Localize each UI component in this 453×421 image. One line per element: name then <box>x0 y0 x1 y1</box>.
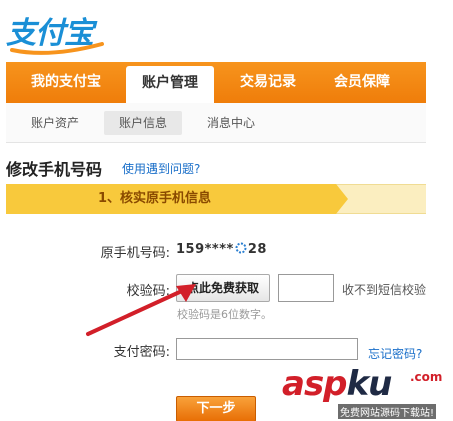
watermark-ku: ku <box>346 364 393 404</box>
code-input[interactable] <box>278 274 334 302</box>
step-bar: 1、核实原手机信息 <box>6 184 426 214</box>
orig-phone-value: 159**** 28 <box>176 242 267 257</box>
alipay-logo[interactable]: 支付宝 <box>6 14 106 55</box>
watermark-logo: aspku <box>282 364 393 404</box>
orig-phone-tail: 28 <box>247 242 267 257</box>
sub-tab-account-assets[interactable]: 账户资产 <box>16 111 94 135</box>
nav-tab-account-management[interactable]: 账户管理 <box>126 66 214 103</box>
sub-nav: 账户资产 账户信息 消息中心 <box>6 103 426 143</box>
watermark-suffix: .com <box>410 370 443 384</box>
main-nav: 我的支付宝 账户管理 交易记录 会员保障 <box>6 62 426 103</box>
sub-tab-message-center[interactable]: 消息中心 <box>192 111 270 135</box>
code-not-received-note: 收不到短信校验 <box>342 283 427 297</box>
step-label: 1、核实原手机信息 <box>98 191 212 206</box>
next-step-button[interactable]: 下一步 <box>176 396 256 421</box>
page-title: 修改手机号码 <box>6 160 103 179</box>
watermark-subtitle: 免费网站源码下载站! <box>338 404 437 419</box>
step-arrow-icon <box>336 184 348 214</box>
nav-tab-member-protection[interactable]: 会员保障 <box>318 62 406 103</box>
sub-tab-account-info[interactable]: 账户信息 <box>104 111 182 135</box>
pwd-label: 支付密码: <box>113 345 170 360</box>
watermark-asp: asp <box>282 364 348 404</box>
aspku-watermark: aspku .com 免费网站源码下载站! <box>282 364 453 421</box>
logo-swoosh-icon <box>10 42 104 55</box>
orig-phone-label: 原手机号码: <box>100 246 170 261</box>
forgot-password-link[interactable]: 忘记密码? <box>368 345 422 362</box>
help-link[interactable]: 使用遇到问题? <box>122 160 200 177</box>
nav-tab-transaction-records[interactable]: 交易记录 <box>224 62 312 103</box>
payment-password-input[interactable] <box>176 338 358 360</box>
annotation-arrow-icon <box>86 284 196 336</box>
loading-spinner-icon <box>235 242 247 254</box>
nav-tab-my-alipay[interactable]: 我的支付宝 <box>16 62 116 103</box>
orig-phone-prefix: 159**** <box>176 242 234 257</box>
